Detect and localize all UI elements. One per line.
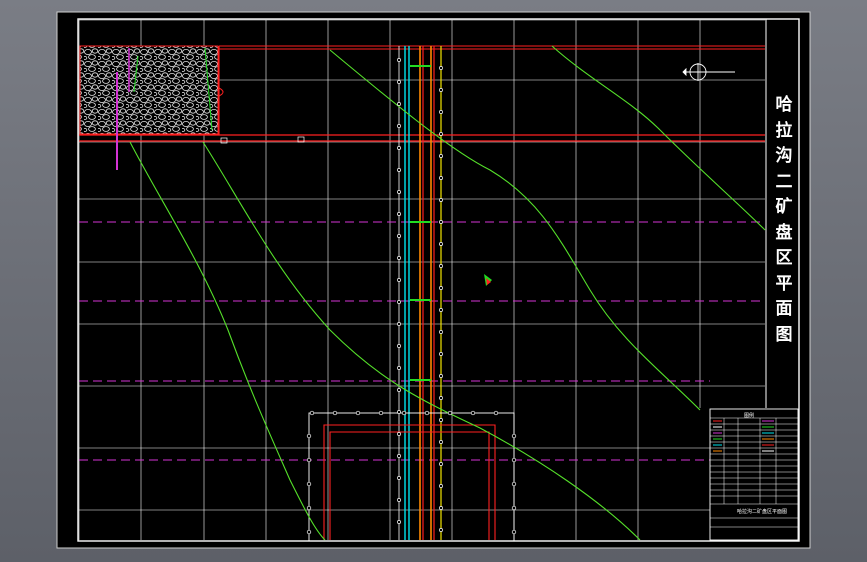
- survey-point: [397, 388, 401, 392]
- survey-point: [397, 454, 401, 458]
- title-char: 盘: [775, 222, 793, 243]
- title-char: 沟: [775, 146, 793, 166]
- survey-point: [306, 529, 312, 535]
- survey-point: [397, 344, 401, 348]
- survey-point: [439, 396, 443, 400]
- survey-point: [378, 410, 384, 416]
- survey-points: [306, 58, 517, 535]
- north-arrow-icon: [682, 63, 735, 81]
- contour-lines: [129, 45, 766, 541]
- survey-point: [439, 88, 443, 92]
- survey-point: [306, 457, 312, 463]
- legend-header: 图例: [744, 413, 755, 419]
- survey-point: [397, 80, 401, 84]
- survey-point: [397, 520, 401, 524]
- survey-point: [397, 476, 401, 480]
- bottom-works-outline: [308, 412, 515, 542]
- survey-point: [439, 484, 443, 488]
- survey-point: [439, 242, 443, 246]
- survey-point: [397, 410, 401, 414]
- survey-point: [439, 528, 443, 532]
- survey-point: [439, 330, 443, 334]
- survey-point: [511, 433, 517, 439]
- title-char: 哈: [775, 95, 793, 115]
- survey-point: [309, 410, 315, 416]
- survey-point: [306, 505, 312, 511]
- survey-point: [397, 234, 401, 238]
- goaf-hatch-area: [80, 46, 218, 134]
- survey-point: [397, 146, 401, 150]
- survey-point: [401, 410, 407, 416]
- title-char: 矿: [775, 197, 793, 217]
- cad-viewport[interactable]: 哈拉沟二矿盘区平面图 图例 哈拉沟二矿盘区平面图: [0, 0, 867, 562]
- dashed-boundaries: [79, 221, 765, 461]
- survey-point: [511, 457, 517, 463]
- survey-point: [493, 410, 499, 416]
- survey-point: [439, 110, 443, 114]
- survey-point: [439, 462, 443, 466]
- title-char: 区: [775, 248, 793, 268]
- survey-point: [447, 410, 453, 416]
- title-char: 图: [775, 324, 793, 345]
- survey-point: [397, 278, 401, 282]
- survey-point: [397, 58, 401, 62]
- survey-point: [306, 481, 312, 487]
- survey-point: [439, 506, 443, 510]
- title-char: 拉: [775, 120, 793, 141]
- survey-point: [397, 322, 401, 326]
- survey-point: [397, 256, 401, 260]
- survey-point: [439, 198, 443, 202]
- survey-point: [397, 168, 401, 172]
- survey-point: [439, 176, 443, 180]
- survey-point: [439, 352, 443, 356]
- survey-point: [439, 440, 443, 444]
- survey-point: [511, 481, 517, 487]
- survey-point: [439, 286, 443, 290]
- title-char: 二: [775, 171, 793, 192]
- title-char: 平: [775, 273, 793, 294]
- survey-point: [439, 418, 443, 422]
- survey-point: [439, 66, 443, 70]
- survey-point: [511, 505, 517, 511]
- survey-point: [424, 410, 430, 416]
- survey-point: [397, 212, 401, 216]
- survey-point: [439, 220, 443, 224]
- drawing-canvas[interactable]: [0, 0, 867, 562]
- survey-point: [439, 132, 443, 136]
- survey-point: [397, 124, 401, 128]
- legend-footer-title: 哈拉沟二矿盘区平面图: [737, 509, 788, 515]
- survey-point: [470, 410, 476, 416]
- survey-point: [355, 410, 361, 416]
- survey-point: [332, 410, 338, 416]
- legend-table: [709, 408, 799, 541]
- survey-point: [397, 102, 401, 106]
- vertical-tube-bundle: [404, 46, 442, 540]
- survey-point: [397, 432, 401, 436]
- survey-point: [439, 264, 443, 268]
- survey-point: [397, 366, 401, 370]
- title-char: 面: [775, 299, 793, 319]
- survey-point: [397, 190, 401, 194]
- survey-point: [439, 308, 443, 312]
- survey-point: [439, 374, 443, 378]
- survey-point: [306, 433, 312, 439]
- survey-point: [397, 498, 401, 502]
- survey-point: [439, 154, 443, 158]
- survey-point: [511, 529, 517, 535]
- survey-point: [397, 300, 401, 304]
